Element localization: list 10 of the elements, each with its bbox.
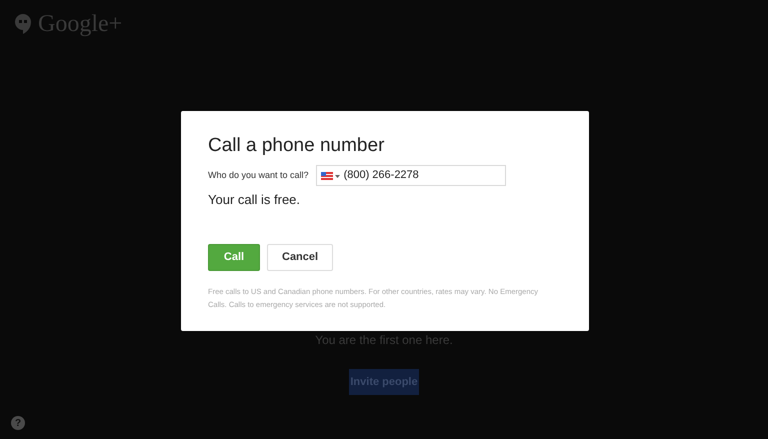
field-label: Who do you want to call? xyxy=(208,168,309,182)
phone-value: (800) 266-2278 xyxy=(344,168,419,184)
call-button[interactable]: Call xyxy=(208,244,260,270)
hangouts-logo-icon xyxy=(14,13,32,35)
help-button[interactable]: ? xyxy=(11,416,25,430)
dialog-title: Call a phone number xyxy=(208,134,386,158)
cancel-button[interactable]: Cancel xyxy=(267,244,334,270)
phone-input-field[interactable]: (800) 266-2278 xyxy=(316,165,506,186)
flag-dropdown-icon[interactable] xyxy=(320,172,341,180)
call-status: Your call is free. xyxy=(208,191,302,209)
